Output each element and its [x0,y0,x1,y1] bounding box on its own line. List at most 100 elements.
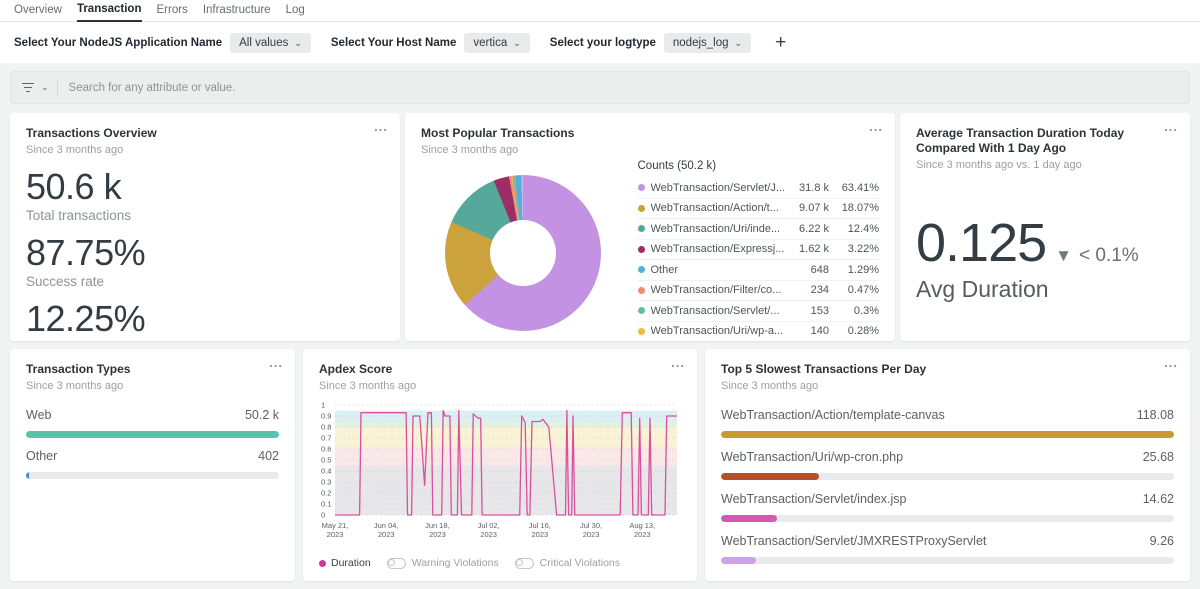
legend-row[interactable]: WebTransaction/Servlet/J... 31.8 k 63.41… [638,178,880,199]
bar-value: 402 [258,448,279,464]
filter-label-host: Select Your Host Name [331,37,456,49]
more-options-icon[interactable]: ... [374,119,388,134]
bar-row-web[interactable]: Web 50.2 k [26,407,279,438]
top-tab-bar: Overview Transaction Errors Infrastructu… [0,0,1200,22]
legend-name: WebTransaction/Filter/co... [651,284,786,296]
chevron-down-icon: ⌄ [294,40,302,46]
tab-transaction[interactable]: Transaction [77,3,142,22]
metric-label: Success rate [26,274,384,289]
legend-dot-icon [638,307,645,314]
tab-errors[interactable]: Errors [157,4,188,21]
svg-text:1: 1 [321,401,325,410]
add-filter-button plus-icon[interactable]: + [775,35,786,51]
legend-percent: 63.41% [829,182,879,194]
legend-name: WebTransaction/Uri/inde... [651,223,786,235]
card-transaction-types: Transaction Types Since 3 months ago ...… [10,349,295,581]
filter-value-host: vertica [473,37,507,49]
legend-dot-icon [638,225,645,232]
more-options-icon[interactable]: ... [1164,119,1178,134]
bar-fill [721,515,777,522]
bar-value: 14.62 [1143,491,1174,507]
legend-name: WebTransaction/Servlet/... [651,305,786,317]
tab-overview[interactable]: Overview [14,4,62,21]
avg-duration-delta: < 0.1% [1079,245,1139,267]
bar-row[interactable]: WebTransaction/Action/template-canvas 11… [721,407,1174,438]
filter-dropdown-host[interactable]: vertica ⌄ [464,33,529,53]
metric-value: 87.75% [26,233,384,273]
legend-row[interactable]: WebTransaction/Servlet/... 153 0.3% [638,301,880,322]
bar-row[interactable]: WebTransaction/Servlet/index.jsp 14.62 [721,491,1174,522]
bar-label: WebTransaction/Action/template-canvas [721,407,945,423]
more-options-icon[interactable]: ... [869,119,883,134]
legend-value: 31.8 k [785,182,829,194]
legend-duration-label: Duration [331,557,371,569]
chevron-down-icon[interactable]: ⌄ [41,82,49,93]
search-input[interactable] [69,82,1179,94]
warning-violations-toggle[interactable] [387,558,406,569]
svg-text:2023: 2023 [531,530,548,539]
bar-row-other[interactable]: Other 402 [26,448,279,479]
tab-infrastructure[interactable]: Infrastructure [203,4,271,21]
legend-row[interactable]: WebTransaction/Uri/wp-a... 140 0.28% [638,322,880,342]
apdex-legend: Duration Warning Violations Critical Vio… [319,557,681,569]
critical-violations-toggle[interactable] [515,558,534,569]
svg-text:Aug 13,: Aug 13, [629,521,655,530]
legend-row[interactable]: WebTransaction/Filter/co... 234 0.47% [638,281,880,302]
search-bar[interactable]: ⌄ [10,71,1190,104]
svg-text:Jul 30,: Jul 30, [580,521,602,530]
metric-failed-rate: 12.25% Failed rate [26,299,384,341]
legend-row[interactable]: Other 648 1.29% [638,260,880,281]
filter-value-application: All values [239,37,288,49]
filter-funnel-icon[interactable] [21,83,34,93]
bar-fill [26,472,29,479]
metric-success-rate: 87.75% Success rate [26,233,384,289]
avg-duration-label: Avg Duration [916,276,1174,303]
bar-label: WebTransaction/Servlet/JMXRESTProxyServl… [721,533,986,549]
filter-dropdown-logtype[interactable]: nodejs_log ⌄ [664,33,751,53]
legend-row[interactable]: WebTransaction/Expressj... 1.62 k 3.22% [638,240,880,261]
legend-percent: 12.4% [829,223,879,235]
filter-dropdown-application[interactable]: All values ⌄ [230,33,311,53]
more-options-icon[interactable]: ... [1164,355,1178,370]
svg-text:May 21,: May 21, [322,521,349,530]
more-options-icon[interactable]: ... [671,355,685,370]
svg-text:0.5: 0.5 [321,456,331,465]
svg-text:0: 0 [321,511,325,520]
legend-percent: 0.3% [829,305,879,317]
bar-track [26,431,279,438]
bar-value: 50.2 k [245,407,279,423]
bar-track [721,557,1174,564]
svg-text:0.4: 0.4 [321,467,331,476]
svg-text:2023: 2023 [429,530,446,539]
card-subtitle: Since 3 months ago [721,379,1174,393]
tab-log[interactable]: Log [286,4,305,21]
donut-chart[interactable] [445,175,601,331]
dashboard-content: ⌄ Transactions Overview Since 3 months a… [0,63,1200,589]
legend-percent: 18.07% [829,202,879,214]
legend-title: Counts (50.2 k) [638,160,880,172]
legend-dot-icon [638,287,645,294]
svg-text:Jul 02,: Jul 02, [478,521,500,530]
legend-value: 153 [785,305,829,317]
chevron-down-icon: ⌄ [513,40,521,46]
card-title: Transaction Types [26,362,279,377]
svg-text:2023: 2023 [583,530,600,539]
more-options-icon[interactable]: ... [269,355,283,370]
legend-percent: 1.29% [829,264,879,276]
bar-row[interactable]: WebTransaction/Uri/wp-cron.php 25.68 [721,449,1174,480]
legend-row[interactable]: WebTransaction/Action/t... 9.07 k 18.07% [638,199,880,220]
legend-row[interactable]: WebTransaction/Uri/inde... 6.22 k 12.4% [638,219,880,240]
donut-legend: Counts (50.2 k) WebTransaction/Servlet/J… [638,160,880,341]
svg-text:Jun 04,: Jun 04, [374,521,399,530]
filter-bar: Select Your NodeJS Application Name All … [0,22,1200,63]
apdex-line-chart[interactable]: 10.90.80.70.60.50.40.30.20.10May 21,2023… [319,399,681,541]
legend-name: Other [651,264,786,276]
filter-label-logtype: Select your logtype [550,37,656,49]
legend-dot-icon [638,205,645,212]
bar-value: 25.68 [1143,449,1174,465]
legend-value: 9.07 k [785,202,829,214]
bar-row[interactable]: WebTransaction/Servlet/JMXRESTProxyServl… [721,533,1174,564]
bar-label: WebTransaction/Uri/wp-cron.php [721,449,903,465]
legend-name: WebTransaction/Uri/wp-a... [651,325,786,337]
svg-text:0.6: 0.6 [321,445,331,454]
